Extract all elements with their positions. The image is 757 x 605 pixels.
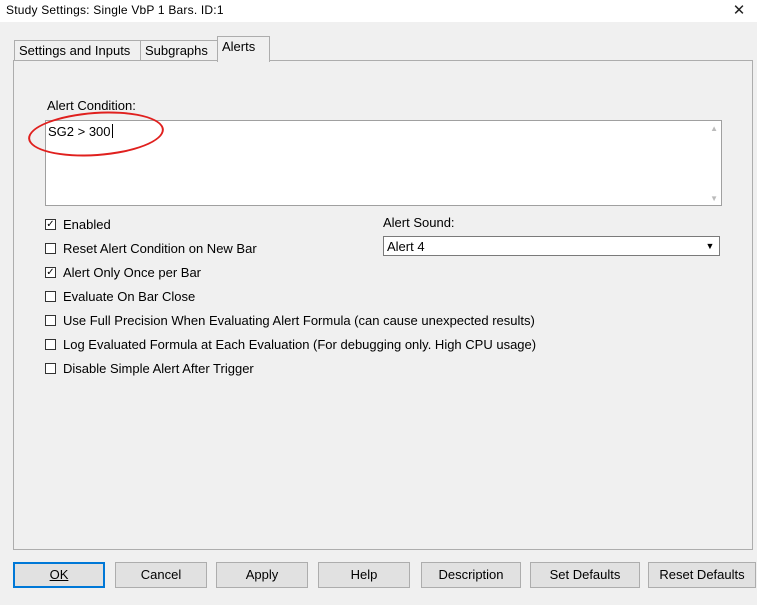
title-bar: Study Settings: Single VbP 1 Bars. ID:1 … [0,0,757,22]
option-enabled[interactable]: ✓ Enabled [45,216,111,232]
checkbox-disable-simple-alert[interactable] [45,362,56,374]
checkbox-log-evaluated-formula[interactable] [45,338,56,350]
checkbox-enabled[interactable]: ✓ [45,218,56,230]
cancel-button[interactable]: Cancel [115,562,207,588]
checkbox-evaluate-on-bar-close[interactable] [45,290,56,302]
option-alert-once-per-bar[interactable]: ✓ Alert Only Once per Bar [45,264,201,280]
ok-button[interactable]: OK [13,562,105,588]
tab-alerts[interactable]: Alerts [217,36,270,62]
tab-settings-and-inputs[interactable]: Settings and Inputs [14,40,143,61]
option-reset-alert-condition[interactable]: Reset Alert Condition on New Bar [45,240,257,256]
checkbox-alert-once-per-bar[interactable]: ✓ [45,266,56,278]
option-label: Disable Simple Alert After Trigger [63,360,254,376]
option-label: Enabled [63,216,111,232]
scroll-up-icon[interactable]: ▲ [710,124,718,133]
checkbox-full-precision[interactable] [45,314,56,326]
alert-condition-label: Alert Condition: [47,98,136,113]
option-disable-simple-alert[interactable]: Disable Simple Alert After Trigger [45,360,254,376]
option-label: Evaluate On Bar Close [63,288,196,304]
alert-sound-select[interactable]: Alert 4 ▼ [383,236,720,256]
reset-defaults-button[interactable]: Reset Defaults [648,562,756,588]
option-evaluate-on-bar-close[interactable]: Evaluate On Bar Close [45,288,195,304]
scroll-down-icon[interactable]: ▼ [710,194,718,203]
option-label: Use Full Precision When Evaluating Alert… [63,312,535,328]
apply-button[interactable]: Apply [216,562,308,588]
help-button[interactable]: Help [318,562,410,588]
chevron-down-icon[interactable]: ▼ [702,238,718,254]
alert-sound-value: Alert 4 [387,239,425,254]
window-title: Study Settings: Single VbP 1 Bars. ID:1 [6,3,224,17]
option-label: Reset Alert Condition on New Bar [63,240,257,256]
close-icon[interactable]: ✕ [721,0,757,22]
option-label: Log Evaluated Formula at Each Evaluation… [63,336,537,352]
alert-sound-label: Alert Sound: [383,215,455,230]
checkbox-reset-alert-condition[interactable] [45,242,56,254]
tab-subgraphs[interactable]: Subgraphs [140,40,220,61]
set-defaults-button[interactable]: Set Defaults [530,562,640,588]
option-label: Alert Only Once per Bar [63,264,201,280]
option-log-evaluated-formula[interactable]: Log Evaluated Formula at Each Evaluation… [45,336,536,352]
description-button[interactable]: Description [421,562,521,588]
option-full-precision[interactable]: Use Full Precision When Evaluating Alert… [45,312,535,328]
